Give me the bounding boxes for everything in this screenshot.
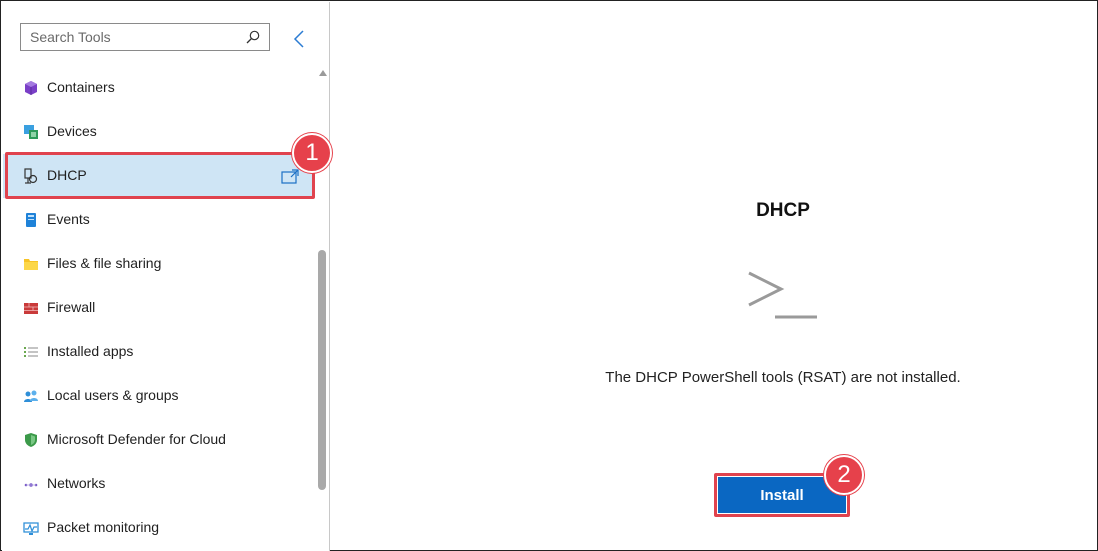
not-installed-message: The DHCP PowerShell tools (RSAT) are not… [605,369,961,386]
open-in-new-window-icon[interactable] [281,169,299,184]
sidebar-item-files[interactable]: Files & file sharing [3,242,315,286]
sidebar-item-label: Microsoft Defender for Cloud [47,431,226,447]
search-box[interactable] [20,23,270,51]
events-icon [26,213,36,227]
network-icon [24,483,38,487]
step-badge-2: 2 [824,455,864,495]
sidebar-item-label: Local users & groups [47,387,179,403]
list-icon [24,347,38,357]
scrollbar-thumb[interactable] [318,250,326,490]
sidebar-item-packet-monitoring[interactable]: Packet monitoring [3,506,315,550]
sidebar-item-installed-apps[interactable]: Installed apps [3,330,315,374]
sidebar-item-label: DHCP [47,167,87,183]
main-pane [331,2,1098,551]
powershell-prompt-icon [748,271,817,319]
devices-icon [24,125,38,139]
sidebar-item-label: Packet monitoring [47,519,160,535]
search-icon[interactable] [245,29,261,45]
sidebar-item-label: Firewall [47,299,96,315]
sidebar-item-label: Events [47,211,90,227]
users-icon [24,390,38,402]
sidebar-item-containers[interactable]: Containers [3,66,315,110]
sidebar-item-label: Networks [47,475,106,491]
sidebar-item-networks[interactable]: Networks [3,462,315,506]
sidebar-item-events[interactable]: Events [3,198,315,242]
sidebar-item-defender[interactable]: Microsoft Defender for Cloud [3,418,315,462]
firewall-icon [24,303,38,314]
sidebar-item-firewall[interactable]: Firewall [3,286,315,330]
shield-icon [25,433,37,447]
sidebar-item-dhcp[interactable]: DHCP [3,154,315,198]
sidebar-item-label: Containers [47,79,115,95]
sidebar-item-devices[interactable]: Devices [3,110,315,154]
sidebar-item-label: Files & file sharing [47,255,162,271]
window-frame: Containers Devices DHCP [0,0,1098,551]
scroll-up-arrow-icon[interactable] [318,69,328,77]
packet-monitor-icon [23,522,39,535]
search-input[interactable] [21,24,243,50]
dhcp-icon [24,168,38,184]
folder-icon [24,259,38,270]
tools-sidebar: Containers Devices DHCP [2,2,330,551]
step-badge-1: 1 [292,133,332,173]
chevron-left-icon[interactable] [290,27,308,51]
sidebar-item-label: Installed apps [47,343,134,359]
sidebar-item-label: Devices [47,123,97,139]
page-title: DHCP [756,200,810,221]
containers-icon [25,81,37,95]
sidebar-item-local-users[interactable]: Local users & groups [3,374,315,418]
